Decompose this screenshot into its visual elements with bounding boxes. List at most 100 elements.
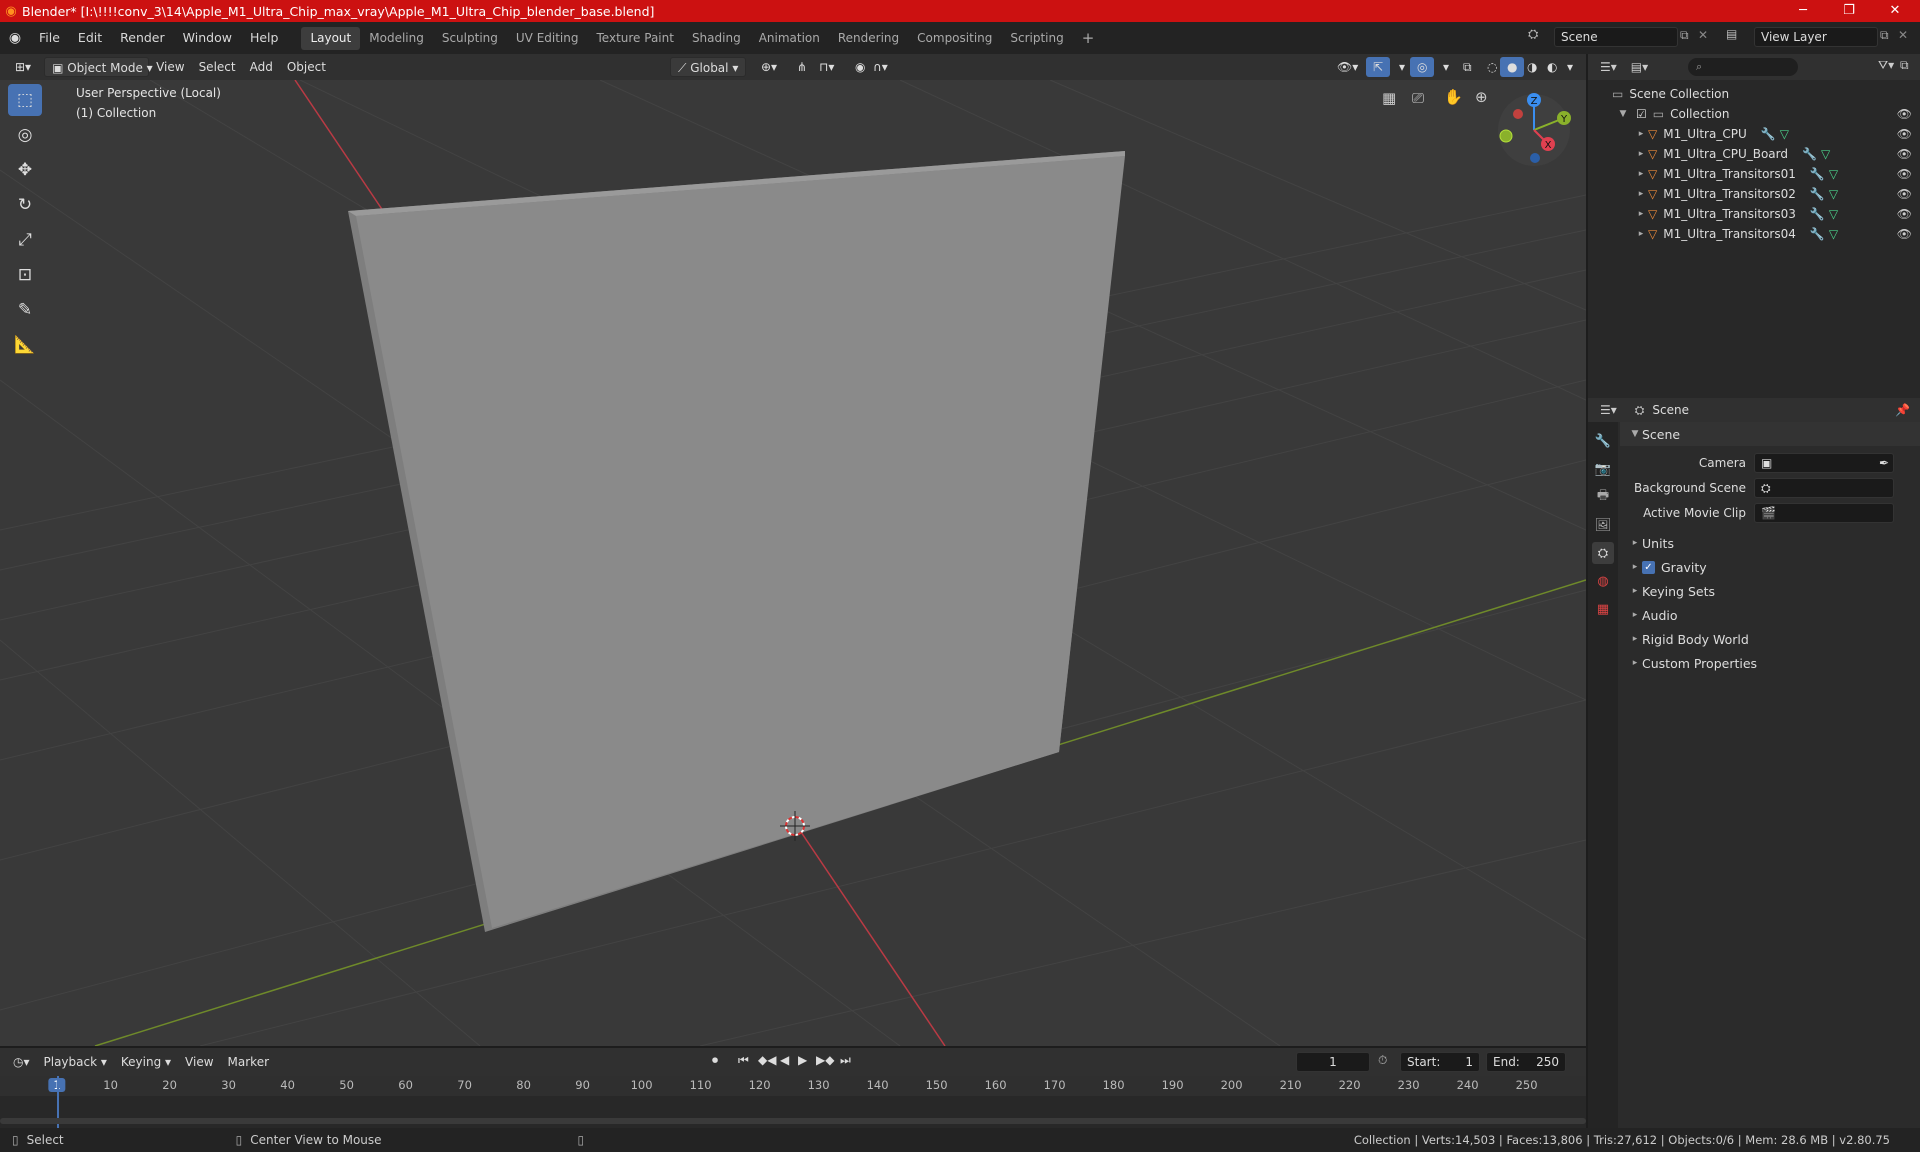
editor-type-icon[interactable]: ⊞▾ [8,57,38,77]
timeline-scrollbar[interactable] [0,1118,1586,1124]
gravity-checkbox[interactable]: ✓ [1642,560,1655,574]
annotate-tool-icon[interactable]: ✎ [8,294,42,326]
pan-hand-icon[interactable]: ✋ [1444,88,1463,106]
scene-browse-icon[interactable]: ⛭ [1528,27,1538,42]
new-view-layer-icon[interactable]: ⧉ [1880,28,1889,43]
cursor-tool-icon[interactable]: ◎ [8,119,42,151]
custom-properties-panel[interactable]: ▸ Custom Properties [1620,651,1920,675]
maximize-button[interactable]: ❐ [1826,0,1872,22]
camera-view-icon[interactable]: ⎚ [1412,89,1424,107]
workspace-tab-texture-paint[interactable]: Texture Paint [588,27,683,50]
view-layer-icon[interactable]: ▤ [1726,27,1737,41]
end-frame-field[interactable]: End: 250 [1486,1052,1566,1072]
proportional-falloff-icon[interactable]: ∩▾ [866,57,895,77]
menu-render[interactable]: Render [111,26,174,50]
modifier-wrench-icon[interactable]: 🔧 [1802,147,1817,161]
expand-arrow-icon[interactable]: ▸ [1634,209,1648,219]
mesh-data-icon[interactable]: ▽ [1829,167,1838,181]
timeline-menu-marker[interactable]: Marker [221,1052,276,1072]
scene-properties-tab-icon[interactable]: ⛭ [1592,542,1614,564]
expand-arrow-icon[interactable]: ▸ [1634,169,1648,179]
visibility-eye-icon[interactable]: 👁 [1897,127,1912,141]
visibility-eye-icon[interactable]: 👁 [1897,207,1912,221]
delete-scene-icon[interactable]: ✕ [1698,28,1708,42]
visibility-eye-icon[interactable]: 👁 [1897,107,1912,121]
viewport-menu-object[interactable]: Object [280,57,333,77]
workspace-tab-shading[interactable]: Shading [683,27,750,50]
visibility-eye-icon[interactable]: 👁 [1897,147,1912,161]
viewport-menu-view[interactable]: View [149,57,191,77]
texture-properties-tab-icon[interactable]: ▦ [1592,598,1614,620]
modifier-wrench-icon[interactable]: 🔧 [1810,207,1825,221]
move-tool-icon[interactable]: ✥ [8,154,42,186]
scene-panel-header[interactable]: ▼ Scene [1620,422,1920,446]
workspace-tab-animation[interactable]: Animation [750,27,829,50]
mesh-data-icon[interactable]: ▽ [1829,187,1838,201]
outliner-editor-type-icon[interactable]: ☰▾ [1600,60,1617,74]
jump-end-icon[interactable]: ⏭ [840,1053,851,1068]
modifier-wrench-icon[interactable]: 🔧 [1810,167,1825,181]
new-scene-icon[interactable]: ⧉ [1680,28,1689,43]
background-scene-field[interactable]: ⛭ [1754,477,1894,498]
object-visibility-icon[interactable]: 👁▾ [1330,57,1365,77]
measure-tool-icon[interactable]: 📐 [8,329,42,361]
expand-arrow-icon[interactable]: ▸ [1634,229,1648,239]
workspace-tab-scripting[interactable]: Scripting [1001,27,1072,50]
outliner-object-row[interactable]: ▸ ▽ M1_Ultra_CPU 🔧 ▽ 👁 [1588,124,1920,144]
menu-file[interactable]: File [30,26,69,50]
timeline-editor-type-icon[interactable]: ◷▾ [6,1052,37,1072]
grid-view-icon[interactable]: ▦ [1382,89,1396,107]
workspace-tab-uv-editing[interactable]: UV Editing [507,27,588,50]
outliner-object-row[interactable]: ▸ ▽ M1_Ultra_Transitors03 🔧 ▽ 👁 [1588,204,1920,224]
minimize-button[interactable]: ─ [1780,0,1826,22]
viewport-menu-add[interactable]: Add [243,57,280,77]
output-properties-tab-icon[interactable]: 🖶 [1592,486,1614,508]
menu-help[interactable]: Help [241,26,288,50]
pin-icon[interactable]: 📌 [1895,403,1910,417]
mesh-data-icon[interactable]: ▽ [1821,147,1830,161]
workspace-tab-sculpting[interactable]: Sculpting [433,27,507,50]
record-button-icon[interactable]: ⏺ [712,1053,718,1068]
visibility-eye-icon[interactable]: 👁 [1897,187,1912,201]
scene-name-field[interactable]: Scene [1554,27,1678,47]
scale-tool-icon[interactable]: ⤢ [8,224,42,256]
units-panel[interactable]: ▸ Units [1620,531,1920,555]
rotate-tool-icon[interactable]: ↻ [8,189,42,221]
start-frame-field[interactable]: Start: 1 [1400,1052,1480,1072]
tool-properties-tab-icon[interactable]: 🔧 [1592,430,1614,452]
overlays-toggle-icon[interactable]: ◎ [1410,57,1435,77]
gizmo-toggle-icon[interactable]: ⇱ [1366,57,1391,77]
pivot-point-icon[interactable]: ⊕▾ [754,57,784,77]
close-button[interactable]: ✕ [1872,0,1918,22]
expand-arrow-icon[interactable]: ▼ [1616,109,1630,119]
object-mode-dropdown[interactable]: ▣ Object Mode ▾ [44,57,153,77]
overlays-dropdown-icon[interactable]: ▾ [1436,57,1456,77]
rigid-body-world-panel[interactable]: ▸ Rigid Body World [1620,627,1920,651]
xray-toggle-icon[interactable]: ⧉ [1456,57,1479,77]
view-layer-tab-icon[interactable]: 🖼 [1592,514,1614,536]
zoom-icon[interactable]: ⊕ [1475,88,1488,106]
visibility-eye-icon[interactable]: 👁 [1897,227,1912,241]
play-icon[interactable]: ▶ [798,1053,807,1067]
outliner-object-row[interactable]: ▸ ▽ M1_Ultra_CPU_Board 🔧 ▽ 👁 [1588,144,1920,164]
gravity-panel[interactable]: ▸ ✓ Gravity [1620,555,1920,579]
workspace-tab-rendering[interactable]: Rendering [829,27,908,50]
timeline-menu-keying[interactable]: Keying ▾ [114,1052,178,1072]
expand-arrow-icon[interactable]: ▸ [1634,129,1648,139]
viewport-menu-select[interactable]: Select [192,57,243,77]
filter-icon[interactable]: ⛛▾ [1878,58,1894,73]
modifier-wrench-icon[interactable]: 🔧 [1810,227,1825,241]
prev-keyframe-icon[interactable]: ◆◀ [758,1053,776,1067]
active-movie-clip-field[interactable]: 🎬 [1754,502,1894,523]
modifier-wrench-icon[interactable]: 🔧 [1761,127,1776,141]
render-properties-tab-icon[interactable]: 📷 [1592,458,1614,480]
frame-ruler[interactable]: 1102030405060708090100110120130140150160… [0,1076,1586,1096]
shading-dropdown-icon[interactable]: ▾ [1560,57,1580,77]
exclude-checkbox[interactable]: ☑ [1636,107,1647,121]
outliner-search-field[interactable]: ⌕ [1688,58,1798,76]
board-front-face[interactable] [356,156,1125,928]
scene-collection-row[interactable]: ▭ Scene Collection [1588,84,1920,104]
play-reverse-icon[interactable]: ◀ [780,1053,789,1067]
mesh-data-icon[interactable]: ▽ [1829,227,1838,241]
jump-start-icon[interactable]: ⏮ [738,1053,749,1068]
